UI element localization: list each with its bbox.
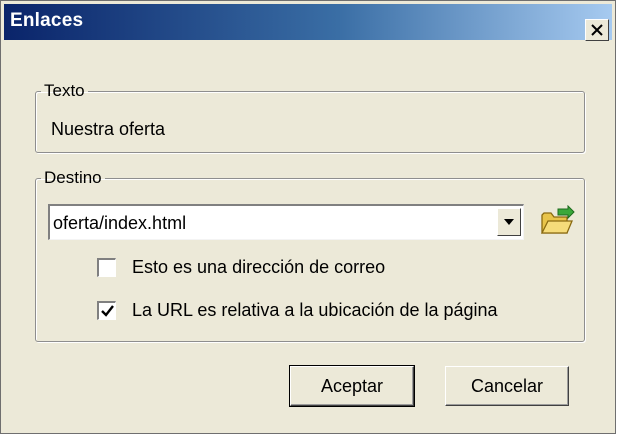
- accept-button[interactable]: Aceptar: [289, 365, 415, 407]
- chevron-down-icon: [504, 219, 514, 225]
- checkmark-icon: [100, 305, 114, 317]
- title-bar[interactable]: Enlaces: [4, 4, 612, 40]
- email-address-option[interactable]: Esto es una dirección de correo: [97, 257, 385, 278]
- cancel-button[interactable]: Cancelar: [445, 366, 569, 406]
- email-address-label[interactable]: Esto es una dirección de correo: [132, 257, 385, 278]
- relative-url-label[interactable]: La URL es relativa a la ubicación de la …: [132, 300, 498, 321]
- window-title: Enlaces: [10, 10, 84, 31]
- relative-url-option[interactable]: La URL es relativa a la ubicación de la …: [97, 300, 498, 321]
- url-dropdown-button[interactable]: [497, 208, 521, 236]
- link-text-value: Nuestra oferta: [51, 119, 166, 139]
- texto-group: Texto: [35, 81, 585, 153]
- folder-open-icon: [540, 204, 575, 234]
- destino-legend: Destino: [44, 168, 102, 187]
- texto-legend: Texto: [44, 81, 85, 100]
- close-icon: [591, 24, 603, 36]
- email-address-checkbox[interactable]: [97, 258, 116, 277]
- url-combobox[interactable]: oferta/index.html: [48, 204, 524, 240]
- links-dialog: Enlaces Texto Nuestra oferta Destino ofe…: [0, 0, 616, 434]
- browse-button[interactable]: [539, 204, 575, 237]
- relative-url-checkbox[interactable]: [97, 301, 116, 320]
- url-combobox-value[interactable]: oferta/index.html: [53, 213, 186, 234]
- close-button[interactable]: [585, 19, 609, 41]
